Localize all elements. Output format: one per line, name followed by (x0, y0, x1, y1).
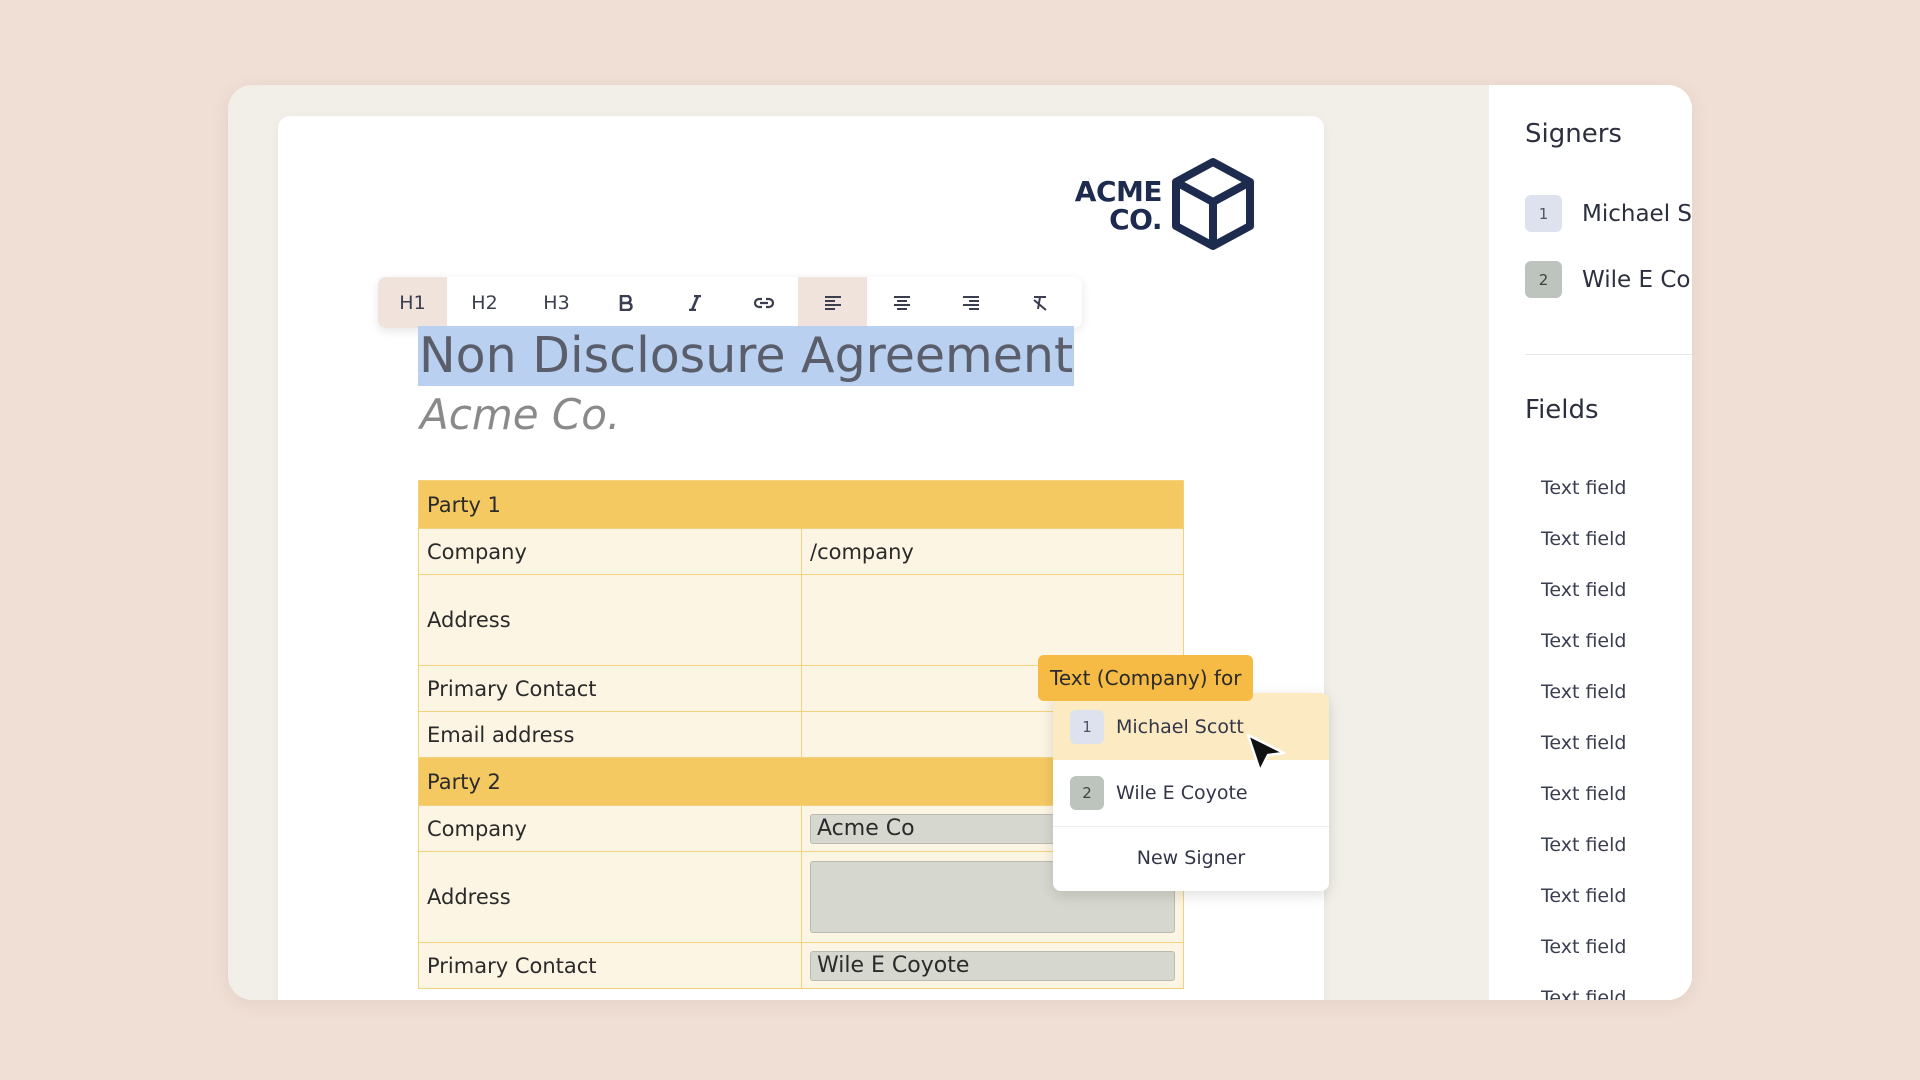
new-signer-button[interactable]: New Signer (1053, 827, 1329, 889)
party1-header-row: Party 1 (418, 480, 1184, 529)
party1-company-value[interactable]: /company (801, 528, 1184, 575)
clear-format-icon (1032, 295, 1047, 311)
sidebar: Signers 1 Michael S 2 Wile E Co Fields T… (1489, 85, 1692, 1000)
app-window: ACME CO. H1 H2 H3 Non Disclosure Agreeme… (228, 85, 1692, 1000)
align-center-button[interactable] (867, 277, 936, 328)
fields-list: Text field Text field Text field Text fi… (1541, 463, 1626, 1000)
field-item[interactable]: Text field (1541, 616, 1626, 667)
signer-number-badge: 1 (1525, 195, 1562, 232)
field-item[interactable]: Text field (1541, 922, 1626, 973)
sidebar-signer-name: Wile E Co (1582, 266, 1691, 293)
align-right-icon (962, 295, 979, 310)
field-item[interactable]: Text field (1541, 820, 1626, 871)
acme-logo: ACME CO. (1070, 156, 1270, 256)
h2-button[interactable]: H2 (447, 277, 522, 328)
logo-line-1: ACME (1074, 175, 1163, 208)
sidebar-signer-1[interactable]: 1 Michael S (1525, 195, 1692, 232)
field-item[interactable]: Text field (1541, 769, 1626, 820)
align-left-button[interactable] (798, 277, 867, 328)
align-left-icon (824, 295, 841, 310)
signer-number-badge: 1 (1070, 709, 1104, 744)
h3-label: H3 (543, 291, 570, 314)
h3-button[interactable]: H3 (522, 277, 591, 328)
h1-button[interactable]: H1 (378, 277, 447, 328)
format-toolbar: H1 H2 H3 (378, 277, 1082, 328)
party2-contact-cell: Wile E Coyote (801, 942, 1184, 989)
sidebar-signer-2[interactable]: 2 Wile E Co (1525, 261, 1690, 298)
field-item[interactable]: Text field (1541, 973, 1626, 1000)
field-item[interactable]: Text field (1541, 718, 1626, 769)
signer-option-1[interactable]: 1 Michael Scott (1053, 693, 1329, 760)
link-button[interactable] (729, 277, 798, 328)
h2-label: H2 (471, 291, 498, 314)
signers-heading: Signers (1525, 119, 1622, 149)
bold-icon (619, 294, 633, 311)
party1-address-label: Address (418, 574, 802, 666)
align-right-button[interactable] (936, 277, 1005, 328)
field-item[interactable]: Text field (1541, 514, 1626, 565)
fields-heading: Fields (1525, 395, 1599, 425)
h1-label: H1 (399, 291, 426, 314)
logo-line-2: CO. (1109, 203, 1162, 236)
party2-contact-field[interactable]: Wile E Coyote (810, 950, 1175, 981)
field-item[interactable]: Text field (1541, 463, 1626, 514)
field-item[interactable]: Text field (1541, 667, 1626, 718)
logo-wordmark: ACME CO. (1070, 175, 1163, 236)
signer-option-name: Michael Scott (1116, 715, 1244, 738)
signer-number-badge: 2 (1525, 261, 1562, 298)
party1-contact-label: Primary Contact (418, 665, 802, 712)
document-title[interactable]: Non Disclosure Agreement (418, 326, 1075, 386)
signer-number-badge: 2 (1070, 776, 1104, 810)
clear-format-button[interactable] (1005, 277, 1074, 328)
field-item[interactable]: Text field (1541, 565, 1626, 616)
party1-email-label: Email address (418, 711, 802, 758)
table-row: Primary Contact Wile E Coyote (418, 942, 1184, 989)
field-item[interactable]: Text field (1541, 871, 1626, 922)
sidebar-signer-name: Michael S (1582, 200, 1692, 227)
sidebar-divider (1525, 354, 1692, 355)
party2-address-label: Address (418, 851, 802, 943)
signer-option-2[interactable]: 2 Wile E Coyote (1053, 760, 1329, 827)
italic-icon (688, 294, 701, 311)
signer-dropdown: 1 Michael Scott 2 Wile E Coyote New Sign… (1053, 693, 1329, 891)
signer-option-name: Wile E Coyote (1116, 782, 1248, 804)
align-center-icon (893, 295, 910, 310)
cube-logo-icon (1172, 158, 1254, 250)
document-subtitle[interactable]: Acme Co. (420, 388, 620, 442)
party2-company-label: Company (418, 805, 802, 852)
field-type-tag: Text (Company) for (1038, 655, 1254, 701)
party1-header: Party 1 (418, 480, 1184, 529)
table-row: Company /company (418, 528, 1184, 575)
party1-company-label: Company (418, 528, 802, 575)
party1-address-cell[interactable] (801, 574, 1184, 666)
table-row: Address (418, 574, 1184, 666)
bold-button[interactable] (591, 277, 660, 328)
party2-contact-label: Primary Contact (418, 942, 802, 989)
mouse-pointer-icon (1246, 733, 1286, 773)
link-icon (753, 297, 774, 308)
italic-button[interactable] (660, 277, 729, 328)
